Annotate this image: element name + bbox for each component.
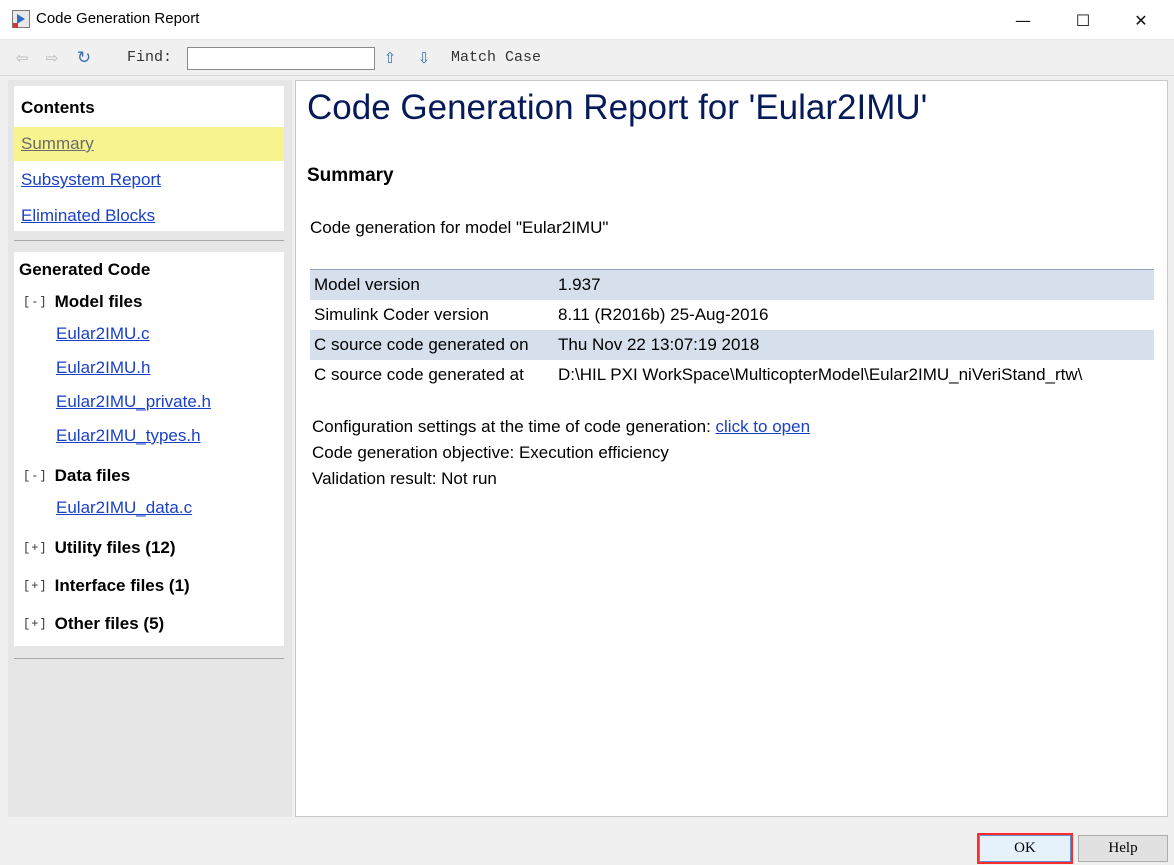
- generated-code-section: Generated Code [-] Model files Eular2IMU…: [14, 252, 284, 646]
- nav-item-subsystem-report[interactable]: Subsystem Report: [14, 163, 284, 197]
- generated-code-heading: Generated Code: [19, 260, 151, 279]
- intro-text: Code generation for model "Eular2IMU": [310, 218, 609, 237]
- expand-toggle[interactable]: [+]: [23, 617, 48, 631]
- group-label: Interface files (1): [54, 576, 190, 595]
- validation-text: Validation result: Not run: [312, 469, 497, 488]
- window-title: Code Generation Report: [36, 10, 200, 27]
- up-arrow-icon[interactable]: ⇧: [380, 49, 400, 67]
- report-content: Code Generation Report for 'Eular2IMU' S…: [295, 80, 1168, 817]
- down-arrow-icon[interactable]: ⇩: [414, 49, 434, 67]
- group-utility-files[interactable]: [+] Utility files (12): [23, 538, 176, 558]
- summary-table: Model version 1.937 Simulink Coder versi…: [310, 269, 1154, 390]
- report-title: Code Generation Report for 'Eular2IMU': [307, 88, 928, 127]
- find-label: Find:: [127, 49, 173, 66]
- group-interface-files[interactable]: [+] Interface files (1): [23, 576, 190, 596]
- file-link[interactable]: Eular2IMU.c: [56, 324, 150, 344]
- table-row: C source code generated on Thu Nov 22 13…: [310, 329, 1154, 360]
- file-link[interactable]: Eular2IMU.h: [56, 358, 150, 378]
- maximize-button[interactable]: ☐: [1060, 0, 1106, 40]
- title-bar: Code Generation Report — ☐ ✕: [0, 0, 1174, 40]
- contents-section: Contents Summary Subsystem Report Elimin…: [14, 86, 284, 231]
- window-edge: [1168, 80, 1174, 817]
- match-case-toggle[interactable]: Match Case: [451, 49, 541, 66]
- expand-toggle[interactable]: [+]: [23, 579, 48, 593]
- config-line: Configuration settings at the time of co…: [312, 417, 810, 437]
- collapse-toggle[interactable]: [-]: [23, 469, 48, 483]
- table-row: C source code generated at D:\HIL PXI Wo…: [310, 360, 1154, 390]
- section-heading: Summary: [307, 165, 394, 186]
- divider: [14, 658, 284, 659]
- file-link[interactable]: Eular2IMU_private.h: [56, 392, 211, 412]
- toolbar: ⇦ ⇨ ↻ Find: ⇧ ⇩ Match Case: [0, 40, 1174, 76]
- divider: [14, 240, 284, 241]
- table-row: Simulink Coder version 8.11 (R2016b) 25-…: [310, 300, 1154, 330]
- click-to-open-link[interactable]: click to open: [716, 417, 811, 436]
- table-row: Model version 1.937: [310, 269, 1154, 300]
- refresh-icon[interactable]: ↻: [74, 49, 94, 67]
- app-icon: [12, 10, 30, 28]
- table-key: C source code generated at: [314, 364, 524, 384]
- config-text: Configuration settings at the time of co…: [312, 417, 716, 436]
- contents-heading: Contents: [21, 98, 95, 117]
- group-label: Data files: [54, 466, 131, 485]
- navigation-panel: Contents Summary Subsystem Report Elimin…: [8, 80, 292, 817]
- nav-item-summary[interactable]: Summary: [14, 127, 284, 161]
- objective-text: Code generation objective: Execution eff…: [312, 443, 669, 462]
- nav-item-eliminated-blocks[interactable]: Eliminated Blocks: [14, 199, 284, 233]
- collapse-toggle[interactable]: [-]: [23, 295, 48, 309]
- back-arrow-icon[interactable]: ⇦: [12, 49, 32, 67]
- table-key: Model version: [310, 269, 554, 300]
- close-button[interactable]: ✕: [1118, 0, 1164, 40]
- expand-toggle[interactable]: [+]: [23, 541, 48, 555]
- help-button[interactable]: Help: [1078, 835, 1168, 862]
- group-other-files[interactable]: [+] Other files (5): [23, 614, 164, 634]
- find-input[interactable]: [187, 47, 375, 70]
- file-link[interactable]: Eular2IMU_data.c: [56, 498, 192, 518]
- group-data-files[interactable]: [-] Data files: [23, 466, 130, 486]
- forward-arrow-icon[interactable]: ⇨: [42, 49, 62, 67]
- table-value: 1.937: [554, 269, 1154, 300]
- group-model-files[interactable]: [-] Model files: [23, 292, 142, 312]
- file-link[interactable]: Eular2IMU_types.h: [56, 426, 201, 446]
- table-value: 8.11 (R2016b) 25-Aug-2016: [558, 304, 769, 324]
- table-key: C source code generated on: [310, 329, 554, 360]
- group-label: Utility files (12): [54, 538, 176, 557]
- ok-button[interactable]: OK: [979, 835, 1071, 862]
- table-value: D:\HIL PXI WorkSpace\MulticopterModel\Eu…: [558, 364, 1083, 384]
- group-label: Model files: [54, 292, 143, 311]
- group-label: Other files (5): [54, 614, 165, 633]
- minimize-button[interactable]: —: [1000, 0, 1046, 40]
- table-key: Simulink Coder version: [314, 304, 489, 324]
- table-value: Thu Nov 22 13:07:19 2018: [554, 329, 1154, 360]
